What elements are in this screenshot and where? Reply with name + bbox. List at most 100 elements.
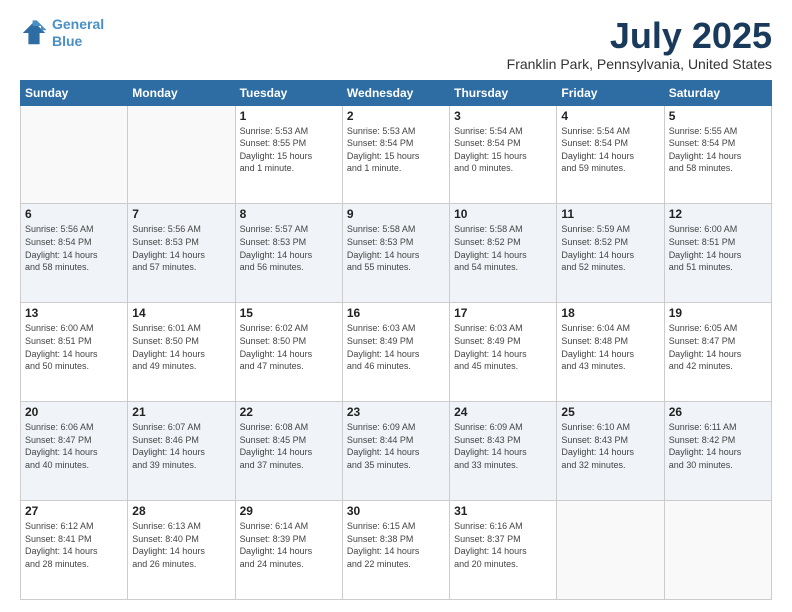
day-info: Sunrise: 6:10 AMSunset: 8:43 PMDaylight:… <box>561 421 659 471</box>
calendar-cell <box>21 105 128 204</box>
month-title: July 2025 <box>507 16 772 56</box>
day-number: 10 <box>454 207 552 221</box>
calendar-cell: 20 Sunrise: 6:06 AMSunset: 8:47 PMDayligh… <box>21 402 128 501</box>
day-number: 27 <box>25 504 123 518</box>
day-info: Sunrise: 5:57 AMSunset: 8:53 PMDaylight:… <box>240 223 338 273</box>
day-number: 4 <box>561 109 659 123</box>
calendar-header-row: SundayMondayTuesdayWednesdayThursdayFrid… <box>21 80 772 105</box>
calendar-cell: 25 Sunrise: 6:10 AMSunset: 8:43 PMDayligh… <box>557 402 664 501</box>
location-title: Franklin Park, Pennsylvania, United Stat… <box>507 56 772 72</box>
day-number: 25 <box>561 405 659 419</box>
day-number: 23 <box>347 405 445 419</box>
day-info: Sunrise: 6:04 AMSunset: 8:48 PMDaylight:… <box>561 322 659 372</box>
day-info: Sunrise: 5:53 AMSunset: 8:55 PMDaylight:… <box>240 125 338 175</box>
day-number: 19 <box>669 306 767 320</box>
day-number: 24 <box>454 405 552 419</box>
calendar-cell: 13Sunrise: 6:00 AMSunset: 8:51 PMDayligh… <box>21 303 128 402</box>
day-number: 28 <box>132 504 230 518</box>
day-number: 15 <box>240 306 338 320</box>
calendar-header-friday: Friday <box>557 80 664 105</box>
day-info: Sunrise: 6:03 AMSunset: 8:49 PMDaylight:… <box>347 322 445 372</box>
calendar-cell: 15Sunrise: 6:02 AMSunset: 8:50 PMDayligh… <box>235 303 342 402</box>
day-number: 14 <box>132 306 230 320</box>
calendar-cell: 21Sunrise: 6:07 AMSunset: 8:46 PMDayligh… <box>128 402 235 501</box>
day-info: Sunrise: 6:03 AMSunset: 8:49 PMDaylight:… <box>454 322 552 372</box>
day-info: Sunrise: 6:16 AMSunset: 8:37 PMDaylight:… <box>454 520 552 570</box>
calendar-cell: 16Sunrise: 6:03 AMSunset: 8:49 PMDayligh… <box>342 303 449 402</box>
day-info: Sunrise: 6:08 AMSunset: 8:45 PMDaylight:… <box>240 421 338 471</box>
day-number: 11 <box>561 207 659 221</box>
calendar-header-tuesday: Tuesday <box>235 80 342 105</box>
calendar-table: SundayMondayTuesdayWednesdayThursdayFrid… <box>20 80 772 600</box>
calendar-cell: 11 Sunrise: 5:59 AMSunset: 8:52 PMDayligh… <box>557 204 664 303</box>
day-info: Sunrise: 5:55 AMSunset: 8:54 PMDaylight:… <box>669 125 767 175</box>
calendar-cell: 14 Sunrise: 6:01 AMSunset: 8:50 PMDayligh… <box>128 303 235 402</box>
day-info: Sunrise: 6:01 AMSunset: 8:50 PMDaylight:… <box>132 322 230 372</box>
day-info: Sunrise: 5:54 AMSunset: 8:54 PMDaylight:… <box>561 125 659 175</box>
calendar-cell: 1 Sunrise: 5:53 AMSunset: 8:55 PMDaylight… <box>235 105 342 204</box>
day-number: 1 <box>240 109 338 123</box>
calendar-cell <box>128 105 235 204</box>
logo-line1: General <box>52 16 104 32</box>
calendar-header-thursday: Thursday <box>450 80 557 105</box>
day-number: 21 <box>132 405 230 419</box>
logo-icon <box>20 19 48 47</box>
day-info: Sunrise: 5:56 AMSunset: 8:53 PMDaylight:… <box>132 223 230 273</box>
calendar-week-1: 1 Sunrise: 5:53 AMSunset: 8:55 PMDaylight… <box>21 105 772 204</box>
calendar-cell: 6 Sunrise: 5:56 AMSunset: 8:54 PMDaylight… <box>21 204 128 303</box>
calendar-cell: 23 Sunrise: 6:09 AMSunset: 8:44 PMDayligh… <box>342 402 449 501</box>
day-number: 22 <box>240 405 338 419</box>
day-info: Sunrise: 6:00 AMSunset: 8:51 PMDaylight:… <box>669 223 767 273</box>
day-info: Sunrise: 6:06 AMSunset: 8:47 PMDaylight:… <box>25 421 123 471</box>
calendar-cell: 9Sunrise: 5:58 AMSunset: 8:53 PMDaylight… <box>342 204 449 303</box>
calendar-cell: 28 Sunrise: 6:13 AMSunset: 8:40 PMDayligh… <box>128 501 235 600</box>
day-number: 13 <box>25 306 123 320</box>
day-number: 18 <box>561 306 659 320</box>
calendar-cell: 22 Sunrise: 6:08 AMSunset: 8:45 PMDayligh… <box>235 402 342 501</box>
logo-line2: Blue <box>52 33 82 49</box>
calendar-cell: 17 Sunrise: 6:03 AMSunset: 8:49 PMDayligh… <box>450 303 557 402</box>
calendar-header-wednesday: Wednesday <box>342 80 449 105</box>
calendar-cell: 30Sunrise: 6:15 AMSunset: 8:38 PMDayligh… <box>342 501 449 600</box>
calendar-cell: 24 Sunrise: 6:09 AMSunset: 8:43 PMDayligh… <box>450 402 557 501</box>
calendar-cell: 10Sunrise: 5:58 AMSunset: 8:52 PMDayligh… <box>450 204 557 303</box>
day-info: Sunrise: 6:13 AMSunset: 8:40 PMDaylight:… <box>132 520 230 570</box>
day-info: Sunrise: 5:59 AMSunset: 8:52 PMDaylight:… <box>561 223 659 273</box>
calendar-cell: 8Sunrise: 5:57 AMSunset: 8:53 PMDaylight… <box>235 204 342 303</box>
day-number: 5 <box>669 109 767 123</box>
day-number: 3 <box>454 109 552 123</box>
page: General Blue July 2025 Franklin Park, Pe… <box>0 0 792 612</box>
title-area: July 2025 Franklin Park, Pennsylvania, U… <box>507 16 772 72</box>
calendar-cell: 2Sunrise: 5:53 AMSunset: 8:54 PMDaylight… <box>342 105 449 204</box>
calendar-cell: 18 Sunrise: 6:04 AMSunset: 8:48 PMDayligh… <box>557 303 664 402</box>
calendar-cell: 29Sunrise: 6:14 AMSunset: 8:39 PMDayligh… <box>235 501 342 600</box>
day-info: Sunrise: 6:09 AMSunset: 8:43 PMDaylight:… <box>454 421 552 471</box>
calendar-cell: 12 Sunrise: 6:00 AMSunset: 8:51 PMDayligh… <box>664 204 771 303</box>
day-info: Sunrise: 5:58 AMSunset: 8:53 PMDaylight:… <box>347 223 445 273</box>
day-info: Sunrise: 5:53 AMSunset: 8:54 PMDaylight:… <box>347 125 445 175</box>
calendar-cell: 19Sunrise: 6:05 AMSunset: 8:47 PMDayligh… <box>664 303 771 402</box>
calendar-cell: 5 Sunrise: 5:55 AMSunset: 8:54 PMDaylight… <box>664 105 771 204</box>
calendar-header-sunday: Sunday <box>21 80 128 105</box>
day-number: 31 <box>454 504 552 518</box>
day-info: Sunrise: 6:09 AMSunset: 8:44 PMDaylight:… <box>347 421 445 471</box>
calendar-cell: 4 Sunrise: 5:54 AMSunset: 8:54 PMDaylight… <box>557 105 664 204</box>
day-number: 20 <box>25 405 123 419</box>
calendar-cell <box>664 501 771 600</box>
calendar-cell: 7Sunrise: 5:56 AMSunset: 8:53 PMDaylight… <box>128 204 235 303</box>
day-info: Sunrise: 6:15 AMSunset: 8:38 PMDaylight:… <box>347 520 445 570</box>
logo: General Blue <box>20 16 104 50</box>
calendar-cell: 27Sunrise: 6:12 AMSunset: 8:41 PMDayligh… <box>21 501 128 600</box>
day-info: Sunrise: 5:54 AMSunset: 8:54 PMDaylight:… <box>454 125 552 175</box>
calendar-header-monday: Monday <box>128 80 235 105</box>
calendar-week-4: 20 Sunrise: 6:06 AMSunset: 8:47 PMDayligh… <box>21 402 772 501</box>
logo-text: General Blue <box>52 16 104 50</box>
day-number: 17 <box>454 306 552 320</box>
day-number: 6 <box>25 207 123 221</box>
calendar-week-5: 27Sunrise: 6:12 AMSunset: 8:41 PMDayligh… <box>21 501 772 600</box>
day-number: 12 <box>669 207 767 221</box>
calendar-cell: 26Sunrise: 6:11 AMSunset: 8:42 PMDayligh… <box>664 402 771 501</box>
calendar-header-saturday: Saturday <box>664 80 771 105</box>
header: General Blue July 2025 Franklin Park, Pe… <box>20 16 772 72</box>
day-info: Sunrise: 5:56 AMSunset: 8:54 PMDaylight:… <box>25 223 123 273</box>
